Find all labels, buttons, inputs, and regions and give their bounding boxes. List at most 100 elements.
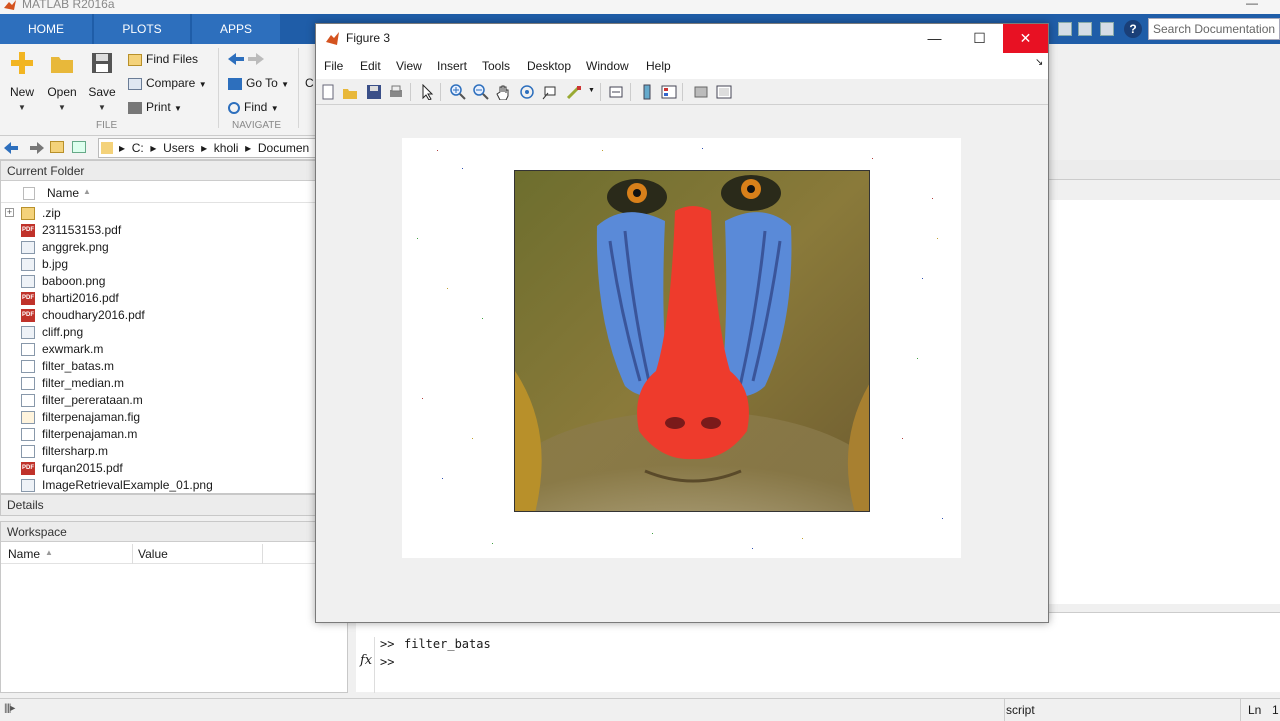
link-plot-icon[interactable] xyxy=(608,84,624,100)
file-row[interactable]: PDF choudhary2016.pdf xyxy=(1,307,317,324)
image-file-icon xyxy=(21,479,35,492)
file-row[interactable]: ImageRetrievalExample_01.png xyxy=(1,477,317,494)
chevron-down-icon: ▼ xyxy=(174,104,182,113)
maximize-button[interactable]: ☐ xyxy=(957,24,1002,53)
layout-icon[interactable] xyxy=(1100,22,1114,36)
legend-icon[interactable] xyxy=(661,84,677,100)
details-panel[interactable]: Details xyxy=(0,494,348,516)
up-folder-icon[interactable] xyxy=(50,141,64,153)
app-minimize-icon[interactable]: — xyxy=(1246,0,1258,10)
pdf-file-icon: PDF xyxy=(21,462,35,475)
goto-button[interactable]: Go To ▼ xyxy=(228,74,289,92)
brush-dropdown-icon[interactable]: ▼ xyxy=(588,87,595,94)
save-button[interactable]: Save ▼ xyxy=(84,50,120,112)
show-plot-tools-icon[interactable] xyxy=(716,84,732,100)
dock-arrow-icon[interactable]: ↘ xyxy=(1035,57,1043,68)
figure-title-bar[interactable]: Figure 3 — ☐ ✕ xyxy=(316,24,1048,53)
file-row[interactable]: filter_batas.m xyxy=(1,358,317,375)
file-row[interactable]: anggrek.png xyxy=(1,239,317,256)
file-name: exwmark.m xyxy=(42,342,104,356)
breadcrumb-kholi[interactable]: kholi xyxy=(214,141,239,155)
fx-icon[interactable]: fx xyxy=(360,653,372,668)
goto-arrow-icon xyxy=(228,77,242,90)
status-line-label: Ln xyxy=(1248,703,1262,717)
menu-view[interactable]: View xyxy=(396,59,422,73)
undo-icon[interactable] xyxy=(1078,22,1092,36)
figure-window[interactable]: Figure 3 — ☐ ✕ File Edit View Insert Too… xyxy=(315,23,1049,623)
new-figure-icon[interactable] xyxy=(320,84,336,100)
pointer-icon[interactable] xyxy=(420,84,436,100)
file-row[interactable]: exwmark.m xyxy=(1,341,317,358)
zoom-in-icon[interactable] xyxy=(450,84,466,100)
data-cursor-icon[interactable] xyxy=(542,84,558,100)
find-button[interactable]: Find ▼ xyxy=(228,98,279,116)
menu-edit[interactable]: Edit xyxy=(360,59,381,73)
file-row[interactable]: b.jpg xyxy=(1,256,317,273)
breadcrumb-users[interactable]: Users xyxy=(163,141,194,155)
nav-arrows-icon[interactable] xyxy=(4,141,44,155)
rotate-3d-icon[interactable] xyxy=(519,84,535,100)
compare-button[interactable]: Compare ▼ xyxy=(128,74,207,92)
menu-tools[interactable]: Tools xyxy=(482,59,510,73)
tab-home[interactable]: HOME xyxy=(0,14,92,44)
file-row[interactable]: filter_median.m xyxy=(1,375,317,392)
workspace-value-column[interactable]: Value xyxy=(138,547,168,561)
open-file-icon[interactable] xyxy=(342,84,358,100)
file-name: 231153153.pdf xyxy=(42,223,122,237)
details-title: Details xyxy=(1,495,347,515)
menu-window[interactable]: Window xyxy=(586,59,629,73)
menu-help[interactable]: Help xyxy=(646,59,671,73)
command-prompt[interactable]: >> xyxy=(380,655,394,669)
chevron-down-icon: ▼ xyxy=(281,80,290,89)
colorbar-icon[interactable] xyxy=(639,84,655,100)
file-row[interactable]: filterpenajaman.m xyxy=(1,426,317,443)
workspace-name-column[interactable]: Name xyxy=(8,547,40,561)
file-row[interactable]: filter_pererataan.m xyxy=(1,392,317,409)
tab-apps[interactable]: APPS xyxy=(192,14,280,44)
print-button[interactable]: Print ▼ xyxy=(128,98,182,116)
sort-ascending-icon: ▲ xyxy=(45,548,53,557)
status-mode: script xyxy=(1006,703,1035,717)
menu-insert[interactable]: Insert xyxy=(437,59,467,73)
hide-plot-tools-icon[interactable] xyxy=(693,84,709,100)
minimize-button[interactable]: — xyxy=(912,24,957,53)
file-name: ImageRetrievalExample_01.png xyxy=(42,478,213,492)
file-row[interactable]: filterpenajaman.fig xyxy=(1,409,317,426)
file-row[interactable]: filtersharp.m xyxy=(1,443,317,460)
current-folder-column-header[interactable]: Name ▲ xyxy=(1,183,347,203)
zoom-out-icon[interactable] xyxy=(473,84,489,100)
file-name: filter_pererataan.m xyxy=(42,393,143,407)
back-forward-arrows-icon[interactable] xyxy=(228,52,264,66)
file-row[interactable]: PDF 231153153.pdf xyxy=(1,222,317,239)
fig-file-icon xyxy=(21,411,35,424)
group-separator xyxy=(298,48,299,128)
file-row[interactable]: + .zip xyxy=(1,205,317,222)
file-row[interactable]: cliff.png xyxy=(1,324,317,341)
cut-icon[interactable] xyxy=(1058,22,1072,36)
close-button[interactable]: ✕ xyxy=(1003,24,1048,53)
expand-icon[interactable]: + xyxy=(5,208,14,217)
figure-axes[interactable] xyxy=(402,138,961,558)
breadcrumb-documents[interactable]: Documen xyxy=(258,141,309,155)
file-row[interactable]: PDF furqan2015.pdf xyxy=(1,460,317,477)
print-figure-icon[interactable] xyxy=(388,84,404,100)
new-button[interactable]: New ▼ xyxy=(4,50,40,112)
folder-path-field[interactable]: ▸ C: ▸ Users ▸ kholi ▸ Documen xyxy=(98,138,318,158)
compare-icon xyxy=(128,77,142,90)
pan-hand-icon[interactable] xyxy=(496,84,512,100)
chevron-down-icon: ▼ xyxy=(18,103,26,112)
save-figure-icon[interactable] xyxy=(366,84,382,100)
help-icon[interactable]: ? xyxy=(1124,20,1142,38)
menu-file[interactable]: File xyxy=(324,59,343,73)
search-documentation-input[interactable]: Search Documentation xyxy=(1148,18,1280,40)
file-row[interactable]: baboon.png xyxy=(1,273,317,290)
tab-plots[interactable]: PLOTS xyxy=(94,14,190,44)
brush-icon[interactable] xyxy=(566,84,582,100)
breadcrumb-drive[interactable]: C: xyxy=(132,141,144,155)
open-button[interactable]: Open ▼ xyxy=(44,50,80,112)
command-window[interactable]: Command Window >> filter_batas fx >> xyxy=(356,612,1280,693)
find-files-button[interactable]: Find Files xyxy=(128,50,198,68)
file-row[interactable]: PDF bharti2016.pdf xyxy=(1,290,317,307)
browse-folder-icon[interactable] xyxy=(72,141,86,153)
menu-desktop[interactable]: Desktop xyxy=(527,59,571,73)
